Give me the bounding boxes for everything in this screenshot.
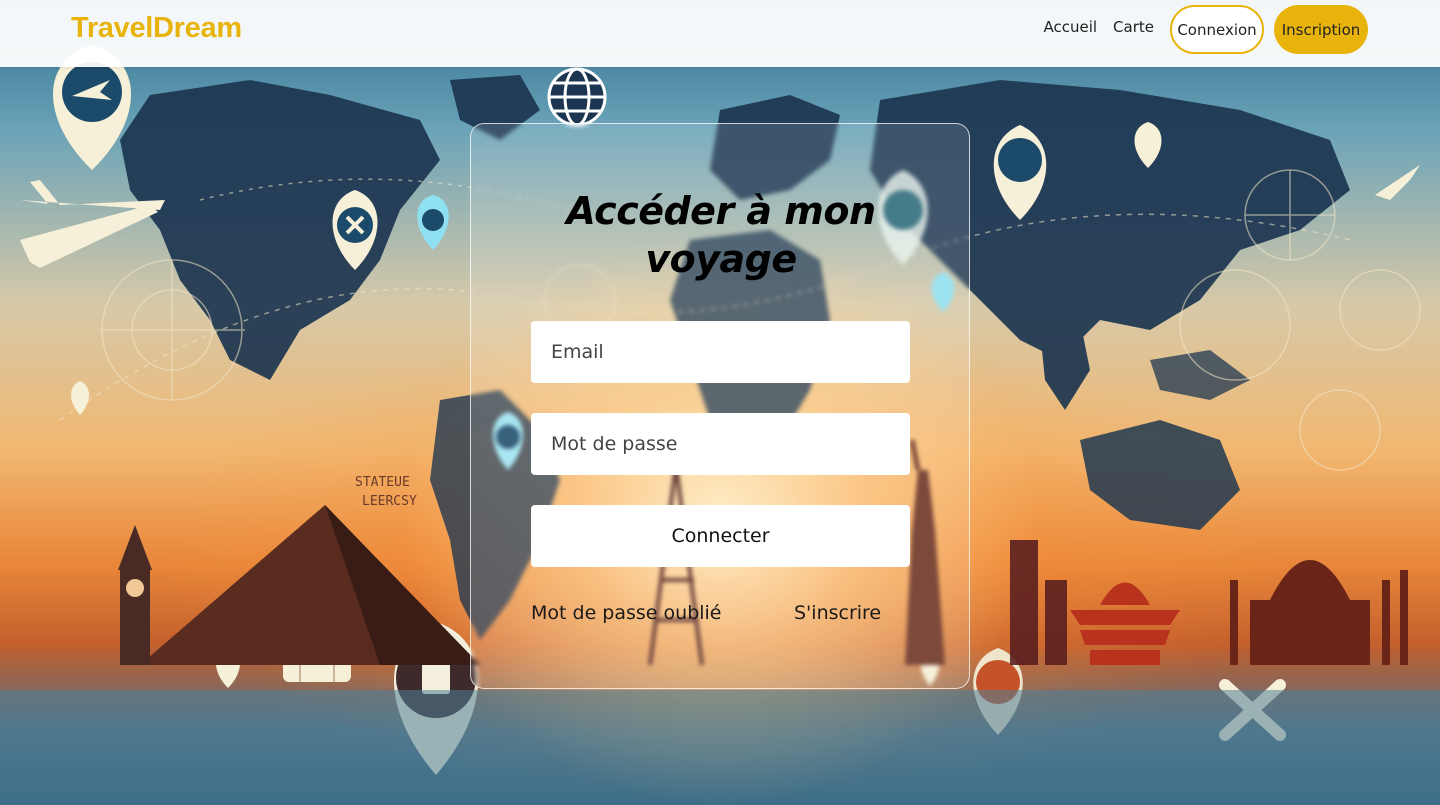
main-nav: Accueil Carte Connexion Inscription	[1043, 5, 1368, 54]
login-title: Accéder à mon voyage	[566, 189, 876, 281]
airplane-icon	[1375, 165, 1420, 200]
forgot-password-link[interactable]: Mot de passe oublié	[531, 602, 722, 624]
map-pin-icon	[417, 195, 449, 250]
pyramid-sign-line-2: LEERCSY	[362, 494, 417, 509]
compass-icon	[1179, 269, 1291, 381]
nav-link-accueil[interactable]: Accueil	[1043, 20, 1097, 35]
brand-logo[interactable]: TravelDream	[71, 12, 242, 45]
big-ben-icon	[118, 525, 152, 665]
signup-link[interactable]: S'inscrire	[794, 602, 881, 624]
password-field[interactable]	[531, 413, 910, 475]
pyramid-icon	[140, 505, 480, 665]
map-pin-icon	[71, 381, 89, 415]
top-navbar: TravelDream Accueil Carte Connexion Insc…	[0, 0, 1440, 67]
email-field[interactable]	[531, 321, 910, 383]
nav-link-carte[interactable]: Carte	[1113, 20, 1154, 35]
pagoda-icon	[1070, 582, 1180, 665]
login-card: Accéder à mon voyage Connecter Mot de pa…	[470, 123, 970, 689]
taj-mahal-icon	[1230, 560, 1408, 665]
connect-button[interactable]: Connecter	[531, 505, 910, 567]
pyramid-sign-line-1: STATEUE	[355, 475, 410, 490]
compass-icon	[1299, 389, 1381, 471]
signup-nav-button[interactable]: Inscription	[1274, 5, 1368, 54]
login-nav-button[interactable]: Connexion	[1170, 5, 1264, 54]
globe-icon	[547, 67, 607, 127]
